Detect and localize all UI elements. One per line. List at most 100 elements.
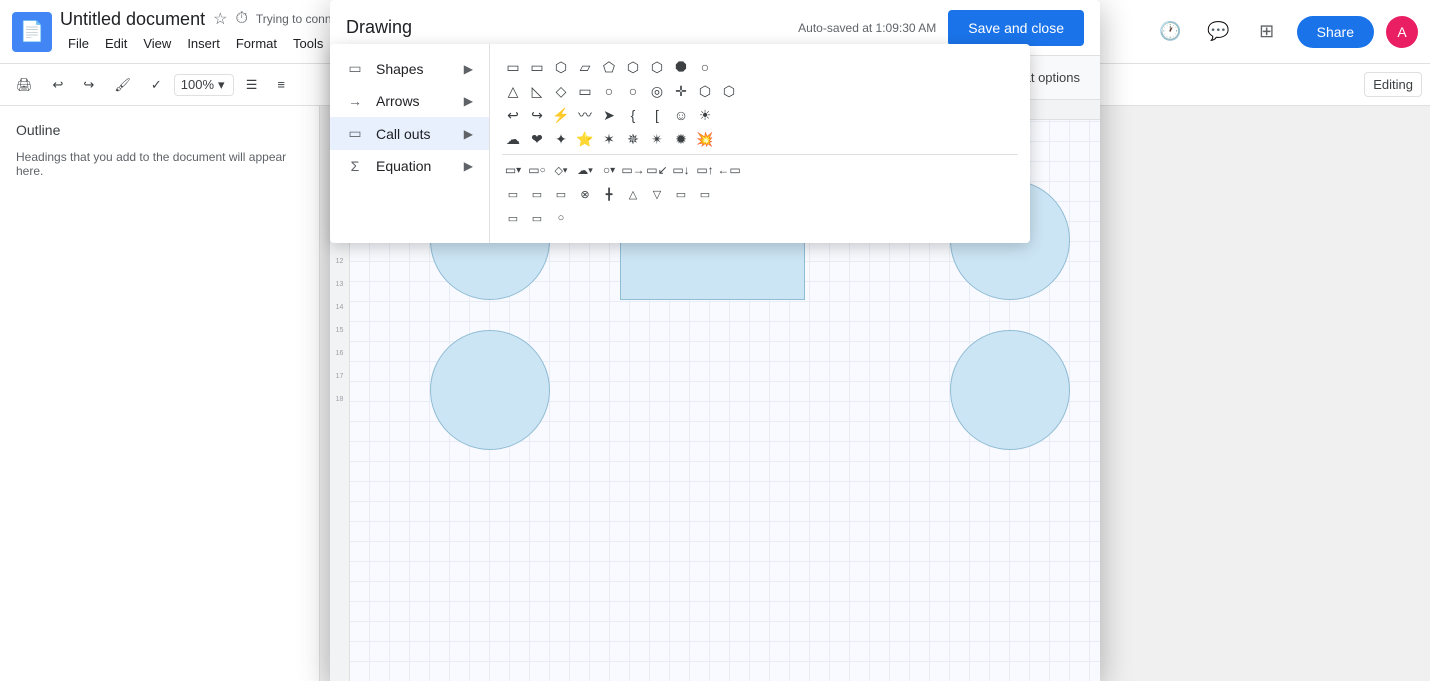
toolbar-format-paint[interactable]: 🖌 (106, 73, 139, 97)
shape-bracket[interactable]: [ (646, 104, 668, 126)
shape-cross[interactable]: ✛ (670, 80, 692, 102)
arrows-menu-label: Arrows (376, 93, 420, 109)
shape-smiley[interactable]: ☺ (670, 104, 692, 126)
menu-right-panel: ▭ ▭ ⬡ ▱ ⬠ ⬡ ⬡ ⯃ ○ △ ◺ ◇ ▭ ○ ○ ◎ ✛ ⬡ ⬡ ↩ … (490, 44, 1030, 243)
shape-star8[interactable]: ✴ (646, 128, 668, 150)
shape-pentagon[interactable]: ⬠ (598, 56, 620, 78)
shape-star6[interactable]: ✶ (598, 128, 620, 150)
shape-rounded-rect[interactable]: ▭ (574, 80, 596, 102)
shape-decagon[interactable]: ○ (694, 56, 716, 78)
callout-left[interactable]: ←▭ (718, 159, 740, 181)
toolbar-undo[interactable]: ↩ (45, 73, 72, 97)
menu-view[interactable]: View (135, 32, 179, 55)
shape-square-rounded[interactable]: ▭ (526, 56, 548, 78)
shape-can[interactable]: ⬡ (694, 80, 716, 102)
callout-right-arrow[interactable]: ▭→ (622, 159, 644, 181)
shape-donut[interactable]: ◎ (646, 80, 668, 102)
callout-b5[interactable]: ╋ (598, 183, 620, 205)
toolbar-print-icon[interactable]: 🖨 (8, 73, 41, 97)
callout-c3[interactable]: ○ (550, 207, 572, 229)
callout-b8[interactable]: ▭ (670, 183, 692, 205)
callout-b7[interactable]: ▽ (646, 183, 668, 205)
auto-saved-text: Auto-saved at 1:09:30 AM (798, 21, 936, 35)
callout-b9[interactable]: ▭ (694, 183, 716, 205)
editing-mode[interactable]: Editing (1364, 72, 1422, 97)
shape-starburst[interactable]: 💥 (694, 128, 716, 150)
history-icon[interactable]: ⏱ (235, 10, 247, 28)
zoom-control[interactable]: 100% ▾ (174, 74, 234, 96)
shape-circle-3[interactable] (430, 330, 550, 450)
clock-icon[interactable]: 🕐 (1153, 14, 1189, 50)
shapes-row-3: ↩ ↪ ⚡ 〰 ➤ { [ ☺ ☀ (502, 104, 1018, 126)
shape-star16[interactable]: ✹ (670, 128, 692, 150)
menu-tools[interactable]: Tools (285, 32, 331, 55)
callout-up[interactable]: ▭↑ (694, 159, 716, 181)
shape-sun[interactable]: ☀ (694, 104, 716, 126)
shape-diamond[interactable]: ◇ (550, 80, 572, 102)
menu-file[interactable]: File (60, 32, 97, 55)
shape-ellipse[interactable]: ○ (622, 80, 644, 102)
callout-rounded[interactable]: ▭○ (526, 159, 548, 181)
menu-edit[interactable]: Edit (97, 32, 135, 55)
shape-triangle[interactable]: △ (502, 80, 524, 102)
document-title[interactable]: Untitled document (60, 9, 205, 30)
shape-heptagon[interactable]: ⬡ (646, 56, 668, 78)
callout-b6[interactable]: △ (622, 183, 644, 205)
menu-format[interactable]: Format (228, 32, 285, 55)
shape-circle-4[interactable] (950, 330, 1070, 450)
callout-down[interactable]: ▭↓ (670, 159, 692, 181)
shape-trapezoid[interactable]: ⬡ (550, 56, 572, 78)
comment-icon[interactable]: 💬 (1201, 14, 1237, 50)
shape-circle[interactable]: ○ (598, 80, 620, 102)
shape-parallelogram[interactable]: ▱ (574, 56, 596, 78)
shape-arrow-right[interactable]: ➤ (598, 104, 620, 126)
sidebar-body: Headings that you add to the document wi… (16, 150, 303, 178)
star-icon[interactable]: ☆ (213, 9, 227, 29)
save-close-button[interactable]: Save and close (948, 10, 1084, 46)
menu-item-callouts[interactable]: ▭ Call outs ▶ (330, 117, 489, 150)
callout-c2[interactable]: ▭ (526, 207, 548, 229)
shapes-menu-label: Shapes (376, 61, 423, 77)
menu-item-shapes[interactable]: ▭ Shapes ▶ (330, 52, 489, 85)
callout-b2[interactable]: ▭ (526, 183, 548, 205)
callout-bent-arrow[interactable]: ▭↙ (646, 159, 668, 181)
shape-cloud[interactable]: ☁ (502, 128, 524, 150)
callout-c1[interactable]: ▭ (502, 207, 524, 229)
toolbar-spellcheck[interactable]: ✓ (143, 73, 170, 97)
menu-item-arrows[interactable]: → Arrows ▶ (330, 85, 489, 117)
shape-heart[interactable]: ❤ (526, 128, 548, 150)
shapes-dropdown-menu: ▭ Shapes ▶ → Arrows ▶ ▭ Call outs ▶ Σ Eq… (330, 44, 1030, 243)
apps-icon[interactable]: ⊞ (1249, 14, 1285, 50)
callout-rect[interactable]: ▭▾ (502, 159, 524, 181)
toolbar-show-ruler[interactable]: ≡ (269, 73, 293, 96)
shape-curved-arrow[interactable]: ↩ (502, 104, 524, 126)
share-button[interactable]: Share (1297, 16, 1374, 48)
callout-b4[interactable]: ⊗ (574, 183, 596, 205)
shape-hexagon[interactable]: ⬡ (622, 56, 644, 78)
shape-wave[interactable]: 〰 (574, 104, 596, 126)
toolbar-redo[interactable]: ↪ (75, 73, 102, 97)
callout-b3[interactable]: ▭ (550, 183, 572, 205)
shape-cube[interactable]: ⬡ (718, 80, 740, 102)
callout-cloud[interactable]: ☁▾ (574, 159, 596, 181)
menu-item-equation[interactable]: Σ Equation ▶ (330, 150, 489, 182)
shapes-arrow-icon: ▶ (464, 62, 473, 76)
shape-lightning[interactable]: ⚡ (550, 104, 572, 126)
toolbar-page-break[interactable]: ☰ (238, 73, 266, 97)
shape-octagon[interactable]: ⯃ (670, 56, 692, 78)
shapes-row-2: △ ◺ ◇ ▭ ○ ○ ◎ ✛ ⬡ ⬡ (502, 80, 1018, 102)
callout-b1[interactable]: ▭ (502, 183, 524, 205)
shape-star4[interactable]: ✦ (550, 128, 572, 150)
shape-right-triangle[interactable]: ◺ (526, 80, 548, 102)
callout-diamond[interactable]: ◇▾ (550, 159, 572, 181)
shape-square[interactable]: ▭ (502, 56, 524, 78)
shape-star5[interactable]: ⭐ (574, 128, 596, 150)
menu-insert[interactable]: Insert (179, 32, 228, 55)
shapes-section-separator (502, 154, 1018, 155)
shape-star7[interactable]: ✵ (622, 128, 644, 150)
callout-oval[interactable]: ○▾ (598, 159, 620, 181)
shape-curved-right-arrow[interactable]: ↪ (526, 104, 548, 126)
avatar[interactable]: A (1386, 16, 1418, 48)
topbar-right: 🕐 💬 ⊞ Share A (1153, 14, 1418, 50)
shape-brace[interactable]: { (622, 104, 644, 126)
